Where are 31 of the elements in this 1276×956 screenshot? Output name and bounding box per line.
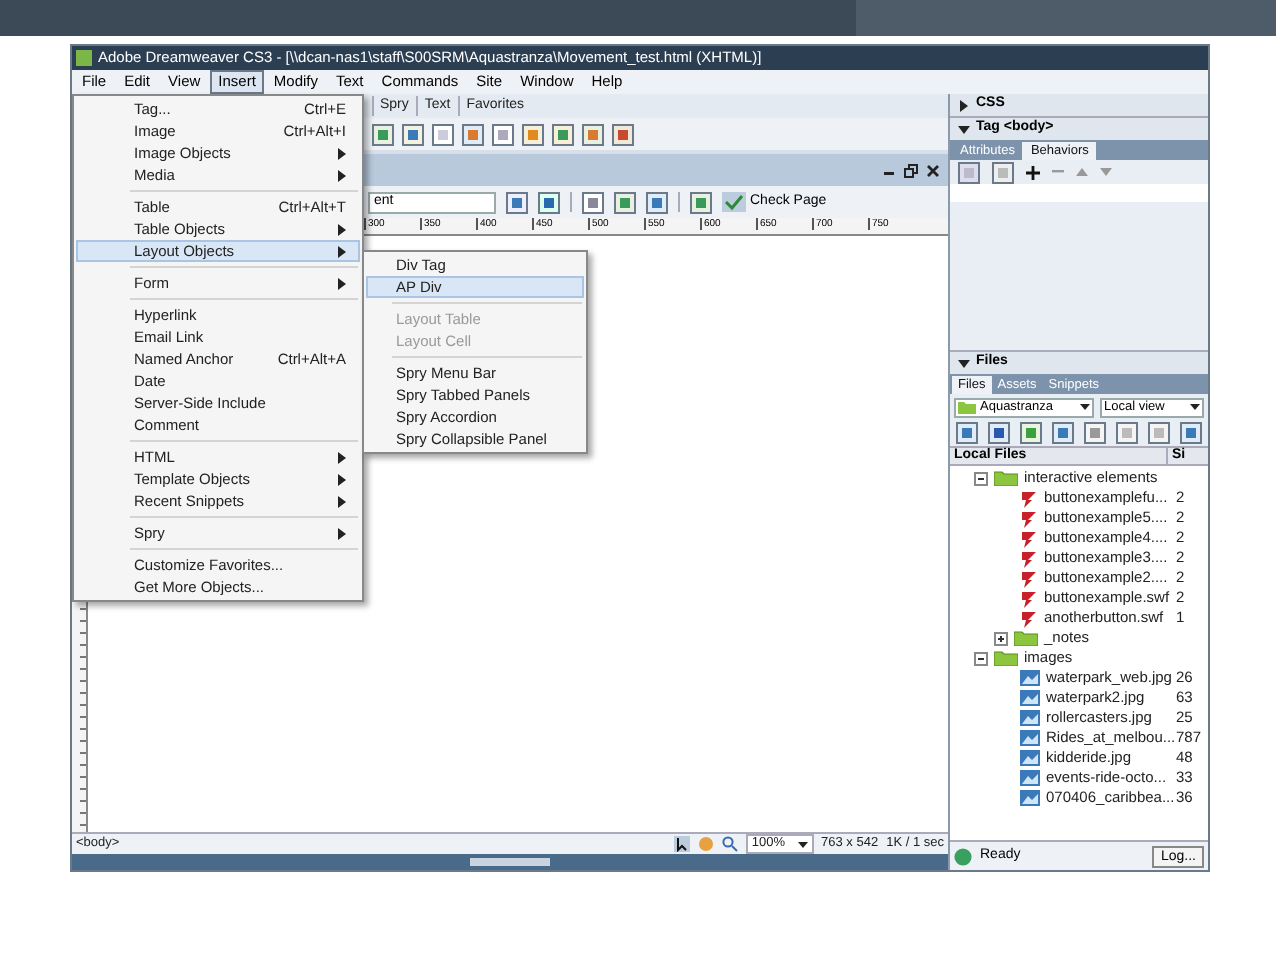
expand-icon[interactable] (994, 631, 1008, 645)
image-file-icon (1020, 770, 1040, 786)
folder-icon (994, 470, 1018, 486)
collapse-icon[interactable] (974, 471, 988, 485)
close-icon[interactable] (926, 163, 940, 177)
image-file-icon (1020, 710, 1040, 726)
folder-icon (958, 400, 976, 414)
collapse-arrow-icon[interactable] (958, 357, 970, 369)
dropdown-arrow-icon (1080, 404, 1090, 410)
help-icon[interactable] (954, 847, 972, 865)
up-arrow-icon[interactable] (1076, 168, 1088, 176)
check-page-icon (722, 192, 746, 212)
zoom-tool-icon[interactable] (721, 836, 738, 852)
image-file-icon (1020, 690, 1040, 706)
expand-arrow-icon[interactable] (958, 99, 970, 111)
folder-icon (994, 650, 1018, 666)
pointer-tool-icon[interactable] (673, 836, 690, 852)
dropdown-arrow-icon (797, 841, 808, 847)
collapse-arrow-icon[interactable] (958, 123, 970, 135)
down-arrow-icon[interactable] (1100, 168, 1112, 176)
folder-icon (1014, 630, 1038, 646)
collapse-icon[interactable] (974, 651, 988, 665)
panel-toggle-handle[interactable] (470, 858, 550, 866)
image-file-icon (1020, 790, 1040, 806)
image-file-icon (1020, 750, 1040, 766)
image-file-icon (1020, 670, 1040, 686)
dropdown-arrow-icon (1190, 404, 1200, 410)
add-behavior-icon[interactable] (1026, 165, 1040, 179)
restore-icon[interactable] (904, 163, 918, 177)
app-icon (76, 50, 92, 66)
image-file-icon (1020, 730, 1040, 746)
